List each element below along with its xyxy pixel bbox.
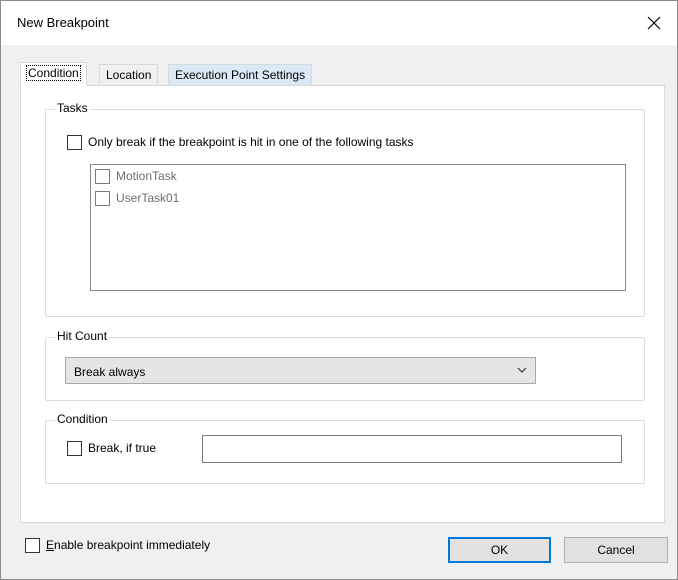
close-button[interactable] — [631, 1, 677, 45]
chevron-down-icon — [517, 367, 527, 373]
hit-count-group-label: Hit Count — [55, 329, 110, 343]
task-item-label: MotionTask — [116, 169, 177, 183]
close-icon — [647, 16, 661, 30]
hit-count-selected-value: Break always — [74, 365, 146, 379]
tasks-group-label: Tasks — [55, 101, 90, 115]
task-item-checkbox[interactable] — [95, 169, 110, 184]
new-breakpoint-dialog: New Breakpoint Condition Location Execut… — [0, 0, 678, 580]
ok-button[interactable]: OK — [448, 537, 551, 563]
tab-condition[interactable]: Condition — [20, 62, 87, 86]
cancel-button[interactable]: Cancel — [564, 537, 668, 563]
task-item-label: UserTask01 — [116, 191, 180, 205]
task-item-checkbox[interactable] — [95, 191, 110, 206]
only-break-checkbox[interactable] — [67, 135, 82, 150]
tab-execution-point-settings[interactable]: Execution Point Settings — [168, 64, 313, 86]
tab-condition-label: Condition — [26, 65, 81, 81]
tab-location[interactable]: Location — [99, 64, 159, 86]
tab-panel: Tasks Only break if the breakpoint is hi… — [20, 85, 665, 523]
break-if-true-label: Break, if true — [88, 441, 157, 455]
tab-location-label: Location — [106, 68, 152, 82]
condition-expression-input[interactable] — [202, 435, 622, 463]
hit-count-select[interactable]: Break always — [65, 357, 536, 384]
condition-group-label: Condition — [55, 412, 110, 426]
only-break-label: Only break if the breakpoint is hit in o… — [88, 135, 414, 149]
break-if-true-checkbox[interactable] — [67, 441, 82, 456]
dialog-title: New Breakpoint — [17, 15, 109, 30]
enable-immediately-accelerator: E — [46, 538, 55, 552]
enable-immediately-checkbox[interactable] — [25, 538, 40, 553]
title-bar: New Breakpoint — [1, 1, 677, 45]
task-list[interactable]: MotionTask UserTask01 — [90, 164, 626, 291]
enable-immediately-label-rest: nable breakpoint immediately — [54, 538, 211, 552]
enable-immediately-label: Enable breakpoint immediately — [46, 538, 210, 552]
tab-execution-point-settings-label: Execution Point Settings — [175, 68, 306, 82]
